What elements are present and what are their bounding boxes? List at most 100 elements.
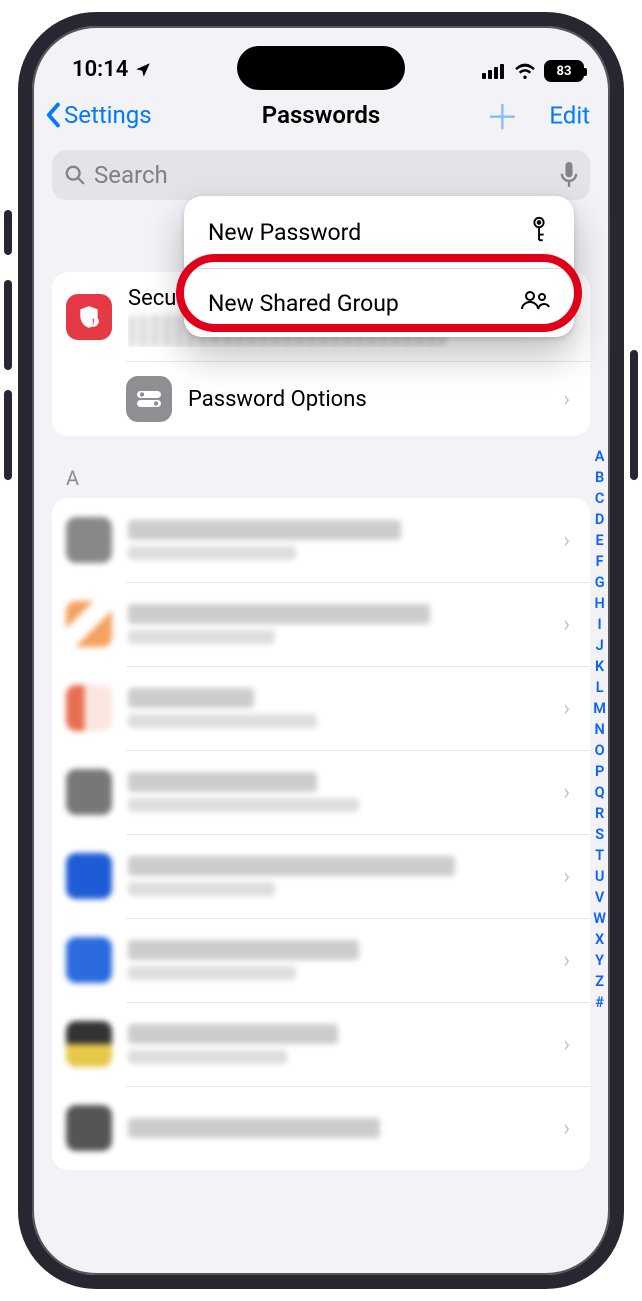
battery-percent: 83 (557, 64, 572, 79)
index-letter[interactable]: Q (595, 782, 605, 803)
index-letter[interactable]: I (598, 614, 602, 635)
password-options-row[interactable]: Password Options › (126, 361, 590, 436)
index-letter[interactable]: K (595, 656, 604, 677)
blurred-text (128, 546, 296, 560)
site-icon (66, 769, 112, 815)
svg-text:!: ! (92, 317, 94, 327)
password-options-title: Password Options (188, 387, 547, 412)
power-button[interactable] (630, 350, 638, 480)
back-button[interactable]: Settings (46, 101, 152, 129)
blurred-text (128, 798, 359, 812)
index-letter[interactable]: H (594, 593, 604, 614)
password-entry[interactable]: › (52, 834, 590, 918)
add-menu-popover: New Password New Shared Group (184, 196, 574, 337)
index-letter[interactable]: E (596, 530, 604, 551)
passwords-list: › › › › (52, 498, 590, 1170)
chevron-right-icon: › (563, 1032, 576, 1057)
chevron-right-icon: › (563, 948, 576, 973)
back-label: Settings (64, 101, 152, 129)
index-letter[interactable]: O (595, 740, 605, 761)
search-icon (64, 164, 86, 186)
index-letter[interactable]: L (596, 677, 604, 698)
index-letter[interactable]: F (596, 551, 604, 572)
phone-frame: 10:14 (18, 12, 624, 1289)
index-letter[interactable]: A (595, 446, 605, 467)
password-entry[interactable]: › (52, 582, 590, 666)
index-letter[interactable]: P (595, 761, 604, 782)
blurred-text (128, 882, 275, 896)
wifi-icon (514, 63, 536, 79)
key-icon (528, 216, 550, 248)
index-letter[interactable]: J (596, 635, 604, 656)
blurred-text (128, 1024, 338, 1044)
blurred-text (128, 940, 359, 960)
blurred-text (128, 604, 430, 624)
chevron-right-icon: › (563, 864, 576, 889)
index-letter[interactable]: Y (595, 950, 604, 971)
index-letter[interactable]: D (595, 509, 604, 530)
site-icon (66, 1021, 112, 1067)
index-letter[interactable]: M (593, 698, 606, 719)
index-letter[interactable]: N (595, 719, 605, 740)
index-letter[interactable]: S (595, 824, 604, 845)
people-icon (520, 289, 550, 317)
password-entry[interactable]: › (52, 750, 590, 834)
index-letter[interactable]: Z (595, 971, 604, 992)
alphabet-index[interactable]: ABCDEFGHIJKLMNOPQRSTUVWXYZ# (593, 446, 606, 1013)
section-header-a: A (52, 436, 590, 498)
blurred-text (128, 1050, 287, 1064)
site-icon (66, 853, 112, 899)
index-letter[interactable]: V (595, 887, 604, 908)
index-letter[interactable]: R (595, 803, 604, 824)
site-icon (66, 601, 112, 647)
volume-down-button[interactable] (4, 390, 12, 480)
new-shared-group-menu-item[interactable]: New Shared Group (184, 269, 574, 337)
chevron-right-icon: › (563, 696, 576, 721)
index-letter[interactable]: C (595, 488, 604, 509)
site-icon (66, 685, 112, 731)
chevron-right-icon: › (563, 780, 576, 805)
blurred-text (128, 714, 317, 728)
chevron-right-icon: › (563, 528, 576, 553)
edit-button[interactable]: Edit (549, 101, 590, 129)
password-entry[interactable]: › (52, 1002, 590, 1086)
index-letter[interactable]: # (595, 992, 604, 1013)
password-entry[interactable]: › (52, 918, 590, 1002)
blurred-text (128, 630, 275, 644)
navigation-bar: Settings Passwords ＋ Edit (32, 84, 610, 146)
index-letter[interactable]: W (593, 908, 606, 929)
blurred-text (128, 1118, 380, 1138)
add-button[interactable]: ＋ (485, 91, 519, 140)
toggles-icon (126, 376, 172, 422)
password-entry[interactable]: › (52, 1086, 590, 1170)
search-field[interactable]: Search (52, 150, 590, 200)
index-letter[interactable]: G (595, 572, 605, 593)
shield-alert-icon: ! (66, 294, 112, 340)
blurred-text (128, 520, 401, 540)
new-password-menu-item[interactable]: New Password (184, 196, 574, 268)
microphone-icon[interactable] (560, 162, 578, 188)
volume-up-button[interactable] (4, 280, 12, 370)
silence-switch[interactable] (4, 210, 12, 255)
index-letter[interactable]: X (595, 929, 604, 950)
site-icon (66, 1105, 112, 1151)
chevron-right-icon: › (563, 612, 576, 637)
index-letter[interactable]: U (595, 866, 605, 887)
blurred-text (128, 856, 455, 876)
site-icon (66, 517, 112, 563)
status-time: 10:14 (72, 57, 128, 82)
cellular-signal-icon (482, 63, 506, 79)
menu-item-label: New Shared Group (208, 290, 399, 317)
index-letter[interactable]: T (595, 845, 604, 866)
menu-item-label: New Password (208, 219, 361, 246)
battery-indicator: 83 (544, 60, 584, 82)
password-entry[interactable]: › (52, 498, 590, 582)
location-icon (134, 61, 152, 79)
page-title: Passwords (262, 101, 380, 129)
index-letter[interactable]: B (595, 467, 604, 488)
chevron-right-icon: › (563, 1116, 576, 1141)
dynamic-island (237, 46, 405, 90)
password-entry[interactable]: › (52, 666, 590, 750)
blurred-text (128, 688, 254, 708)
blurred-text (128, 772, 317, 792)
